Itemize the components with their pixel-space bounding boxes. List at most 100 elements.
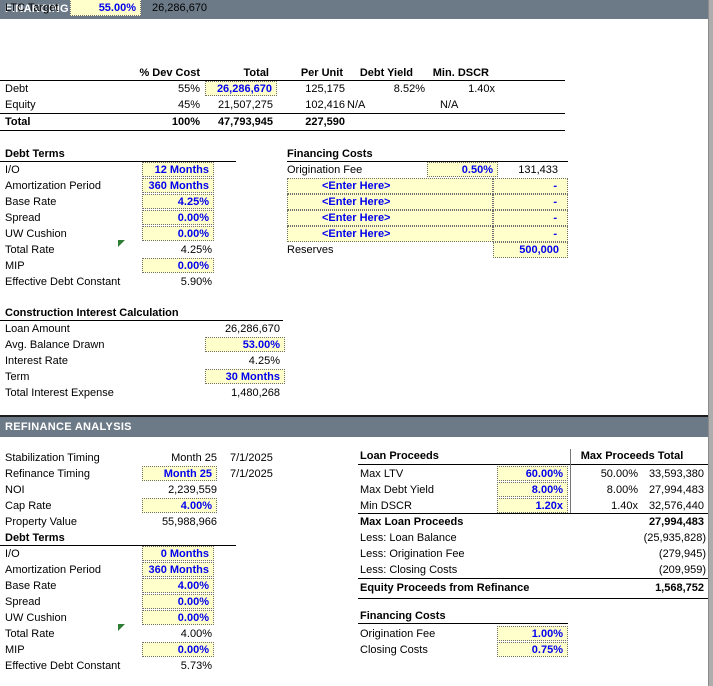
max-ltv-total: 33,593,380 — [648, 468, 704, 480]
less-origination-fee-row: Less: Origination Fee (279,945) — [0, 546, 713, 562]
loan-amount-row: Loan Amount 26,286,670 — [0, 321, 290, 337]
loan-proceeds-header-row: Loan Proceeds Max Proceeds Total — [0, 448, 713, 464]
avg-balance-input[interactable]: 53.00% — [205, 337, 285, 352]
cost-item-input[interactable]: <Enter Here> — [287, 194, 493, 210]
max-loan-proceeds-row: Max Loan Proceeds 27,994,483 — [0, 514, 713, 530]
cost-item-amount[interactable]: - — [493, 210, 568, 226]
total-amount: 47,793,945 — [217, 116, 273, 128]
equity-proceeds-value: 1,568,752 — [655, 582, 704, 594]
refi-uw-cushion-input[interactable]: 0.00% — [142, 610, 214, 625]
cost-item-input[interactable]: <Enter Here> — [287, 226, 493, 242]
min-dscr-row: Min DSCR 1.20x 1.40x 32,576,440 — [0, 498, 713, 514]
max-debt-yield-input[interactable]: 8.00% — [497, 482, 568, 497]
total-per-unit: 227,590 — [305, 116, 345, 128]
cost-item-input[interactable]: <Enter Here> — [287, 210, 493, 226]
cost-item-amount[interactable]: - — [493, 226, 568, 242]
col-per-unit: Per Unit — [300, 67, 343, 79]
cost-enter-row: <Enter Here> - — [0, 194, 713, 210]
refi-effective-debt-constant-value: 5.73% — [180, 660, 212, 672]
max-debt-yield-row: Max Debt Yield 8.00% 8.00% 27,994,483 — [0, 482, 713, 498]
mip-input[interactable]: 0.00% — [142, 258, 214, 273]
less-closing-costs-value: (209,959) — [658, 564, 706, 576]
mip-row: MIP 0.00% — [0, 258, 240, 274]
origination-fee-row: Origination Fee 0.50% 131,433 — [0, 162, 713, 178]
refi-closing-costs-row: Closing Costs 0.75% — [0, 642, 713, 658]
effective-debt-constant-value: 5.90% — [180, 276, 212, 288]
row-label: Equity — [5, 99, 36, 111]
debt-dev-cost: 55% — [177, 83, 200, 95]
cost-item-amount[interactable]: - — [493, 178, 568, 194]
ltc-target-row: LTC Target 55.00% 26,286,670 — [0, 0, 300, 16]
total-row: Total 100% 47,793,945 227,590 — [0, 114, 565, 130]
interest-rate-value: 4.25% — [248, 355, 280, 367]
row-label: Less: Origination Fee — [360, 548, 465, 560]
row-label: Total — [5, 116, 31, 128]
interest-rate-row: Interest Rate 4.25% — [0, 353, 290, 369]
origination-fee-amount: 131,433 — [518, 164, 558, 176]
refi-financing-costs-title: Financing Costs — [360, 610, 446, 622]
equity-per-unit: 102,416 — [305, 99, 345, 111]
row-label: Avg. Balance Drawn — [5, 339, 105, 351]
row-label: Origination Fee — [287, 164, 363, 176]
construction-interest-title: Construction Interest Calculation — [5, 307, 179, 319]
cost-enter-row: <Enter Here> - — [0, 210, 713, 226]
min-dscr-input[interactable]: 1.20x — [497, 498, 568, 513]
row-label: Origination Fee — [360, 628, 436, 640]
divider — [0, 130, 565, 131]
divider — [358, 598, 708, 599]
less-loan-balance-value: (25,935,828) — [643, 532, 706, 544]
total-interest-value: 1,480,268 — [231, 387, 280, 399]
row-label: Reserves — [287, 244, 334, 256]
refi-origination-fee-input[interactable]: 1.00% — [497, 626, 568, 641]
debt-total-input[interactable]: 26,286,670 — [205, 81, 277, 96]
row-label: Max LTV — [360, 468, 404, 480]
max-proceeds-total-header: Max Proceeds Total — [580, 450, 684, 462]
max-ltv-input[interactable]: 60.00% — [497, 466, 568, 481]
row-label: Term — [5, 371, 30, 383]
term-input[interactable]: 30 Months — [205, 369, 285, 384]
row-label: Equity Proceeds from Refinance — [360, 582, 530, 594]
min-dscr-total: 32,576,440 — [648, 500, 704, 512]
reserves-row: Reserves 500,000 — [0, 242, 713, 258]
cost-enter-row: <Enter Here> - — [0, 178, 713, 194]
max-ltv-proceeds: 50.00% — [600, 468, 638, 480]
total-interest-row: Total Interest Expense 1,480,268 — [0, 385, 290, 401]
row-label: Loan Amount — [5, 323, 70, 335]
row-label: Effective Debt Constant — [5, 276, 121, 288]
origination-fee-input[interactable]: 0.50% — [427, 162, 498, 177]
less-closing-costs-row: Less: Closing Costs (209,959) — [0, 562, 713, 578]
loan-amount-value: 26,286,670 — [224, 323, 280, 335]
ltc-target-label: LTC Target — [5, 2, 59, 14]
cost-item-input[interactable]: <Enter Here> — [287, 178, 493, 194]
reserves-input[interactable]: 500,000 — [493, 242, 568, 258]
row-label: Interest Rate — [5, 355, 68, 367]
row-label: Less: Closing Costs — [360, 564, 458, 576]
refinance-section-header: REFINANCE ANALYSIS — [0, 415, 708, 437]
refi-spread-input[interactable]: 0.00% — [142, 594, 214, 609]
max-debt-yield-proceeds: 8.00% — [606, 484, 638, 496]
effective-debt-constant-row: Effective Debt Constant 5.90% — [0, 274, 240, 290]
ltc-target-input[interactable]: 55.00% — [70, 0, 141, 16]
less-origination-fee-value: (279,945) — [658, 548, 706, 560]
divider — [358, 623, 568, 624]
row-label: Debt — [5, 83, 29, 95]
equity-row: Equity 45% 21,507,275 102,416 N/A N/A — [0, 97, 565, 113]
refi-closing-costs-input[interactable]: 0.75% — [497, 642, 568, 657]
equity-proceeds-row: Equity Proceeds from Refinance 1,568,752 — [0, 580, 713, 596]
financing-costs-title: Financing Costs — [287, 148, 373, 160]
cost-item-amount[interactable]: - — [493, 194, 568, 210]
debt-terms-title: Debt Terms — [5, 148, 65, 160]
max-ltv-row: Max LTV 60.00% 50.00% 33,593,380 — [0, 466, 713, 482]
col-total: Total — [243, 67, 269, 79]
refi-origination-fee-row: Origination Fee 1.00% — [0, 626, 713, 642]
loan-proceeds-title: Loan Proceeds — [360, 450, 439, 462]
divider — [358, 578, 708, 579]
debt-row: Debt 55% 26,286,670 125,175 8.52% 1.40x — [0, 81, 565, 97]
less-loan-balance-row: Less: Loan Balance (25,935,828) — [0, 530, 713, 546]
avg-balance-row: Avg. Balance Drawn 53.00% — [0, 337, 290, 353]
equity-dev-cost: 45% — [177, 99, 200, 111]
col-dev-cost: % Dev Cost — [139, 67, 200, 79]
row-label: Min DSCR — [360, 500, 412, 512]
col-debt-yield: Debt Yield — [359, 67, 413, 79]
refi-effective-debt-constant-row: Effective Debt Constant 5.73% — [0, 658, 240, 674]
